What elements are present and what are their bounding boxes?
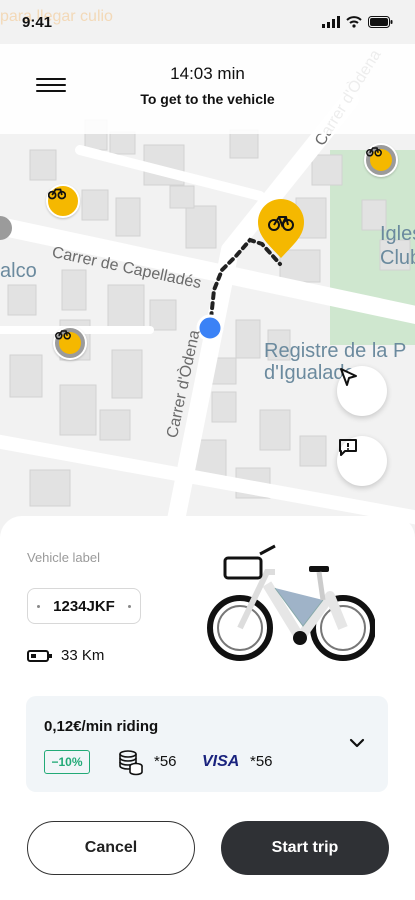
vehicle-sheet: Vehicle label 1234JKF 33 Km 0,12€/min ri… xyxy=(0,516,415,900)
card-brand: VISA xyxy=(202,753,240,770)
vehicle-plate: 1234JKF xyxy=(27,588,141,624)
bike-marker[interactable] xyxy=(46,184,80,218)
trip-header: 14:03 min To get to the vehicle xyxy=(0,44,415,134)
credits-balance: *56 xyxy=(154,753,177,770)
bike-marker[interactable] xyxy=(364,143,398,177)
chevron-down-icon[interactable] xyxy=(346,732,368,754)
vehicle-label-caption: Vehicle label xyxy=(27,550,100,565)
bike-marker[interactable] xyxy=(53,326,87,360)
message-alert-icon xyxy=(339,439,357,456)
battery-range-icon xyxy=(27,649,52,662)
pricing-card[interactable]: 0,12€/min riding −10% *56 VISA *56 xyxy=(26,696,388,792)
bike-icon xyxy=(55,330,71,340)
card-number: *56 xyxy=(250,753,273,770)
price-rate: 0,12€/min riding xyxy=(44,718,159,735)
battery-icon xyxy=(368,16,393,28)
place-label: Iglesia Club xyxy=(380,223,415,269)
bike-icon xyxy=(366,147,382,157)
cancel-button[interactable]: Cancel xyxy=(27,821,195,875)
signal-icon xyxy=(322,16,340,28)
place-label: Registre de la P d'Igualada xyxy=(264,340,407,384)
wifi-icon xyxy=(346,16,362,28)
status-bar: 9:41 xyxy=(0,0,415,44)
locate-me-button[interactable] xyxy=(337,366,387,416)
status-time: 9:41 xyxy=(22,13,53,31)
discount-badge: −10% xyxy=(44,750,90,774)
vehicle-range: 33 Km xyxy=(27,647,104,664)
eta-subtitle: To get to the vehicle xyxy=(140,91,275,107)
eta-time: 14:03 min xyxy=(170,64,245,83)
range-text: 33 Km xyxy=(61,647,105,664)
place-label: alco xyxy=(0,260,37,282)
navigation-arrow-icon xyxy=(340,368,357,386)
coins-icon xyxy=(119,750,143,776)
report-issue-button[interactable] xyxy=(337,436,387,486)
bike-icon xyxy=(48,188,66,200)
bike-image xyxy=(205,544,376,664)
plate-text: 1234JKF xyxy=(53,597,115,615)
start-trip-button[interactable]: Start trip xyxy=(221,821,389,875)
